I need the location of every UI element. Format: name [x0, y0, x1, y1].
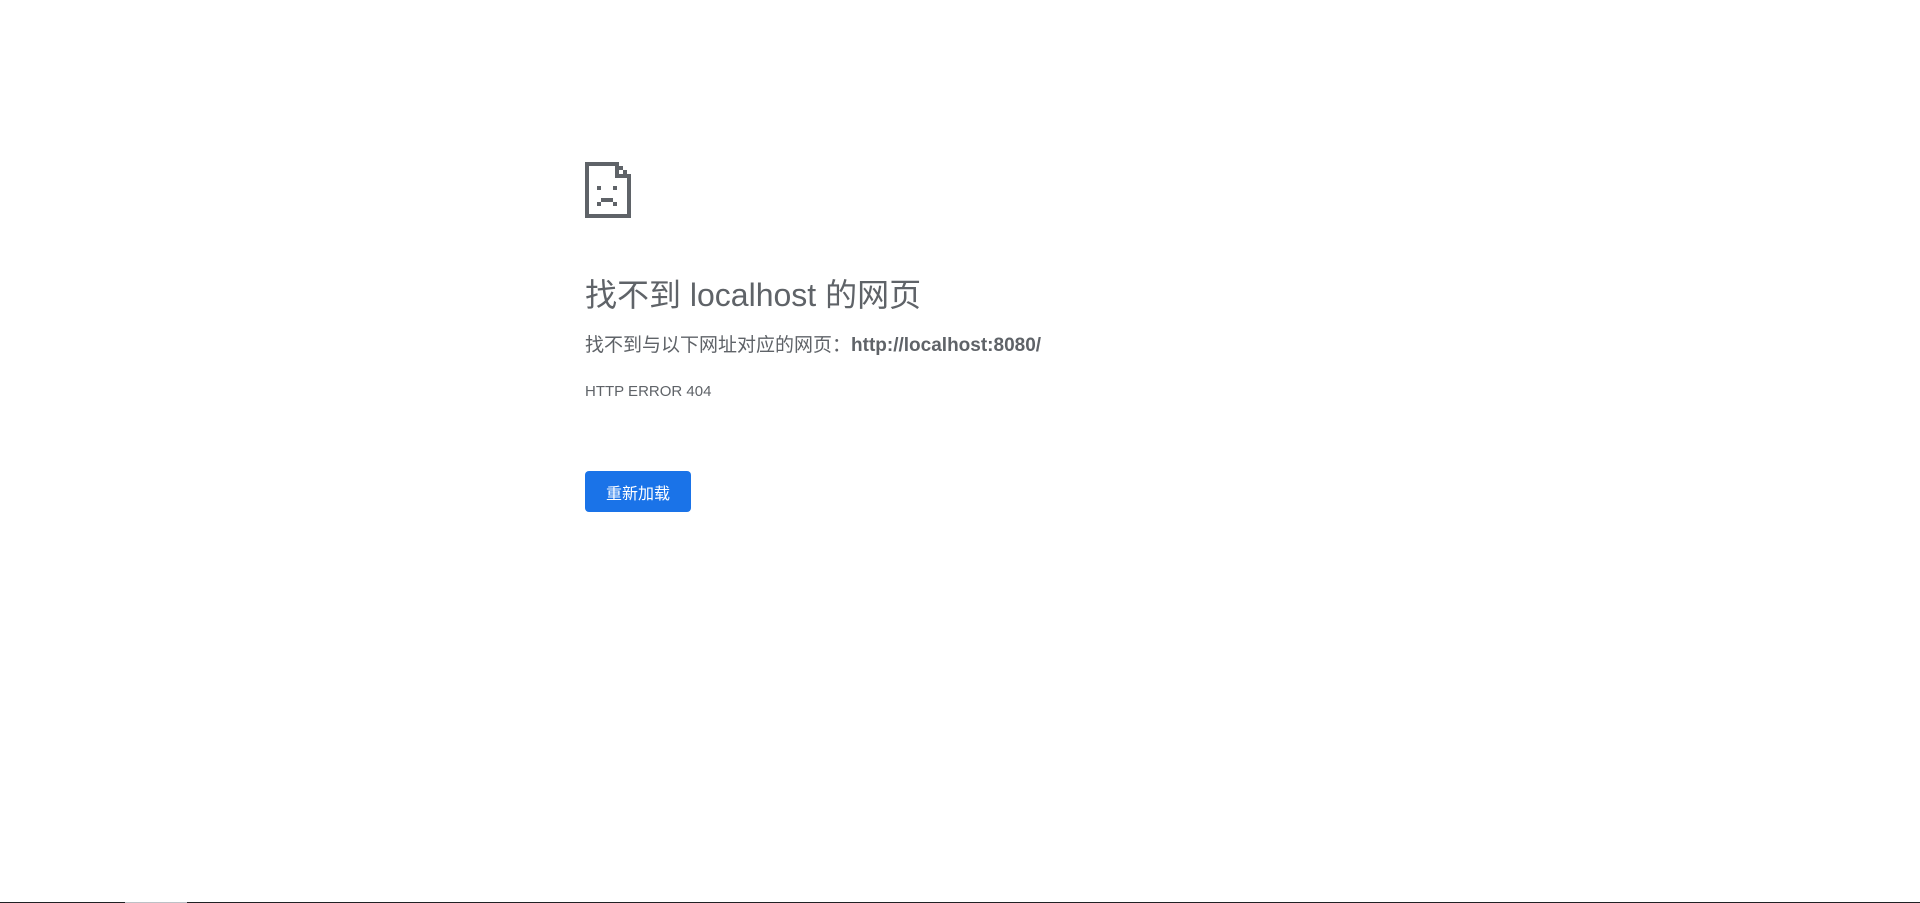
error-url: http://localhost:8080/ [851, 335, 1042, 356]
error-description: 找不到与以下网址对应的网页：http://localhost:8080/ [585, 334, 1041, 358]
page-title: 找不到 localhost 的网页 [585, 277, 922, 313]
sad-document-icon [585, 162, 631, 218]
error-page: 找不到 localhost 的网页 找不到与以下网址对应的网页：http://l… [0, 0, 1920, 903]
error-code: HTTP ERROR 404 [585, 383, 712, 400]
error-description-text: 找不到与以下网址对应的网页： [585, 335, 852, 356]
reload-button[interactable]: 重新加载 [585, 471, 691, 512]
error-content: 找不到 localhost 的网页 找不到与以下网址对应的网页：http://l… [585, 162, 1485, 512]
